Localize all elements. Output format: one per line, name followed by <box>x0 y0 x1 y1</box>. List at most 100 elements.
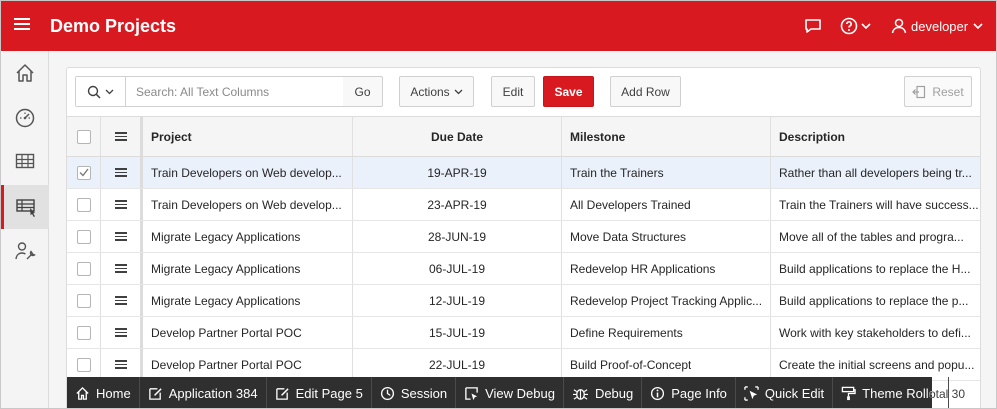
row-checkbox[interactable] <box>76 229 91 244</box>
row-actions-button[interactable] <box>101 221 143 252</box>
cell-due-date[interactable]: 19-APR-19 <box>353 157 562 188</box>
menu-toggle-button[interactable] <box>11 15 33 37</box>
user-admin-icon <box>15 242 36 260</box>
cell-project[interactable]: Train Developers on Web develop... <box>143 157 353 188</box>
table-row[interactable]: Migrate Legacy Applications 12-JUL-19 Rede… <box>67 285 980 317</box>
cell-milestone[interactable]: Redevelop Project Tracking Applic... <box>562 285 771 316</box>
cell-description[interactable]: Move all of the tables and progra... <box>771 221 980 252</box>
dev-home-button[interactable]: Home <box>67 377 140 408</box>
cell-project[interactable]: Develop Partner Portal POC <box>143 317 353 348</box>
hamburger-icon <box>114 130 127 143</box>
table-row[interactable]: Train Developers on Web develop... 23-APR… <box>67 189 980 221</box>
column-header-due-date[interactable]: Due Date <box>353 117 562 156</box>
nav-grid[interactable] <box>1 139 49 183</box>
chevron-down-icon <box>861 23 871 30</box>
cell-project[interactable]: Migrate Legacy Applications <box>143 253 353 284</box>
row-checkbox[interactable] <box>76 261 91 276</box>
cell-project-text: Migrate Legacy Applications <box>151 293 301 308</box>
actions-menu-button[interactable]: Actions <box>399 76 474 107</box>
row-checkbox-cell[interactable] <box>67 157 101 188</box>
row-checkbox-cell[interactable] <box>67 285 101 316</box>
cell-description-text: Train the Trainers will have success... <box>779 197 979 212</box>
row-actions-button[interactable] <box>101 317 143 348</box>
cell-project[interactable]: Migrate Legacy Applications <box>143 285 353 316</box>
column-header-description[interactable]: Description <box>771 117 980 156</box>
dev-item-label: Edit Page 5 <box>295 386 363 401</box>
table-row[interactable]: Migrate Legacy Applications 06-JUL-19 Rede… <box>67 253 980 285</box>
cell-due-date[interactable]: 06-JUL-19 <box>353 253 562 284</box>
cell-description[interactable]: Build applications to replace the H... <box>771 253 980 284</box>
nav-dashboard[interactable] <box>1 95 49 139</box>
row-actions-button[interactable] <box>101 285 143 316</box>
dev-quick-edit-button[interactable]: Quick Edit <box>736 377 834 408</box>
row-checkbox-cell[interactable] <box>67 253 101 284</box>
row-checkbox-cell[interactable] <box>67 317 101 348</box>
cell-due-date[interactable]: 12-JUL-19 <box>353 285 562 316</box>
dev-item-label: Application 384 <box>168 386 258 401</box>
hamburger-icon <box>114 230 127 243</box>
go-button[interactable]: Go <box>343 76 383 107</box>
app-window: Demo Projects developer Search: All Text… <box>0 0 997 409</box>
search-column-select[interactable] <box>76 77 126 106</box>
cell-description[interactable]: Build applications to replace the p... <box>771 285 980 316</box>
row-checkbox[interactable] <box>76 325 91 340</box>
dev-debug-button[interactable]: Debug <box>564 377 643 408</box>
cell-milestone[interactable]: Move Data Structures <box>562 221 771 252</box>
reset-button[interactable]: Reset <box>904 76 972 107</box>
row-actions-button[interactable] <box>101 253 143 284</box>
dev-application-button[interactable]: Application 384 <box>140 377 267 408</box>
cell-project[interactable]: Train Developers on Web develop... <box>143 189 353 220</box>
row-checkbox-cell[interactable] <box>67 349 101 380</box>
app-title[interactable]: Demo Projects <box>50 16 176 37</box>
column-header-project[interactable]: Project <box>143 117 353 156</box>
cell-description[interactable]: Rather than all developers being tr... <box>771 157 980 188</box>
cell-milestone[interactable]: Define Requirements <box>562 317 771 348</box>
cell-due-date[interactable]: 23-APR-19 <box>353 189 562 220</box>
cell-description-text: Rather than all developers being tr... <box>779 165 972 180</box>
dev-session-button[interactable]: Session <box>372 377 457 408</box>
cell-due-date[interactable]: 22-JUL-19 <box>353 349 562 380</box>
row-checkbox[interactable] <box>76 293 91 308</box>
save-button[interactable]: Save <box>543 76 594 107</box>
select-all-checkbox-cell[interactable] <box>67 117 101 156</box>
nav-interactive-grid[interactable] <box>1 185 49 229</box>
clock-icon <box>380 386 395 401</box>
cell-project[interactable]: Migrate Legacy Applications <box>143 221 353 252</box>
table-row[interactable]: Develop Partner Portal POC 15-JUL-19 Defin… <box>67 317 980 349</box>
dev-edit-page-button[interactable]: Edit Page 5 <box>267 377 372 408</box>
help-menu-button[interactable] <box>840 15 871 37</box>
cell-project-text: Develop Partner Portal POC <box>151 325 302 340</box>
row-checkbox[interactable] <box>76 165 91 180</box>
cell-description[interactable]: Create the initial screens and popu... <box>771 349 980 380</box>
cell-milestone[interactable]: Train the Trainers <box>562 157 771 188</box>
cell-milestone[interactable]: All Developers Trained <box>562 189 771 220</box>
nav-administration[interactable] <box>1 229 49 273</box>
add-row-button[interactable]: Add Row <box>610 76 681 107</box>
cell-project-text: Develop Partner Portal POC <box>151 357 302 372</box>
row-checkbox-cell[interactable] <box>67 221 101 252</box>
row-checkbox-cell[interactable] <box>67 189 101 220</box>
select-all-checkbox[interactable] <box>76 129 91 144</box>
table-row[interactable]: Train Developers on Web develop... 19-APR… <box>67 157 980 189</box>
row-actions-button[interactable] <box>101 157 143 188</box>
dev-page-info-button[interactable]: Page Info <box>642 377 736 408</box>
nav-home[interactable] <box>1 51 49 95</box>
row-actions-button[interactable] <box>101 189 143 220</box>
cell-due-date[interactable]: 28-JUN-19 <box>353 221 562 252</box>
cell-description[interactable]: Train the Trainers will have success... <box>771 189 980 220</box>
table-row[interactable]: Migrate Legacy Applications 28-JUN-19 Move… <box>67 221 980 253</box>
column-header-milestone[interactable]: Milestone <box>562 117 771 156</box>
cell-due-date[interactable]: 15-JUL-19 <box>353 317 562 348</box>
row-actions-button[interactable] <box>101 349 143 380</box>
row-checkbox[interactable] <box>76 197 91 212</box>
cell-milestone[interactable]: Redevelop HR Applications <box>562 253 771 284</box>
cell-project[interactable]: Develop Partner Portal POC <box>143 349 353 380</box>
row-checkbox[interactable] <box>76 357 91 372</box>
feedback-icon[interactable] <box>804 15 822 37</box>
edit-button[interactable]: Edit <box>491 76 535 107</box>
cell-description[interactable]: Work with key stakeholders to defi... <box>771 317 980 348</box>
dev-view-debug-button[interactable]: View Debug <box>456 377 564 408</box>
cell-milestone[interactable]: Build Proof-of-Concept <box>562 349 771 380</box>
user-menu-button[interactable]: developer <box>891 15 983 37</box>
hamburger-icon <box>114 294 127 307</box>
